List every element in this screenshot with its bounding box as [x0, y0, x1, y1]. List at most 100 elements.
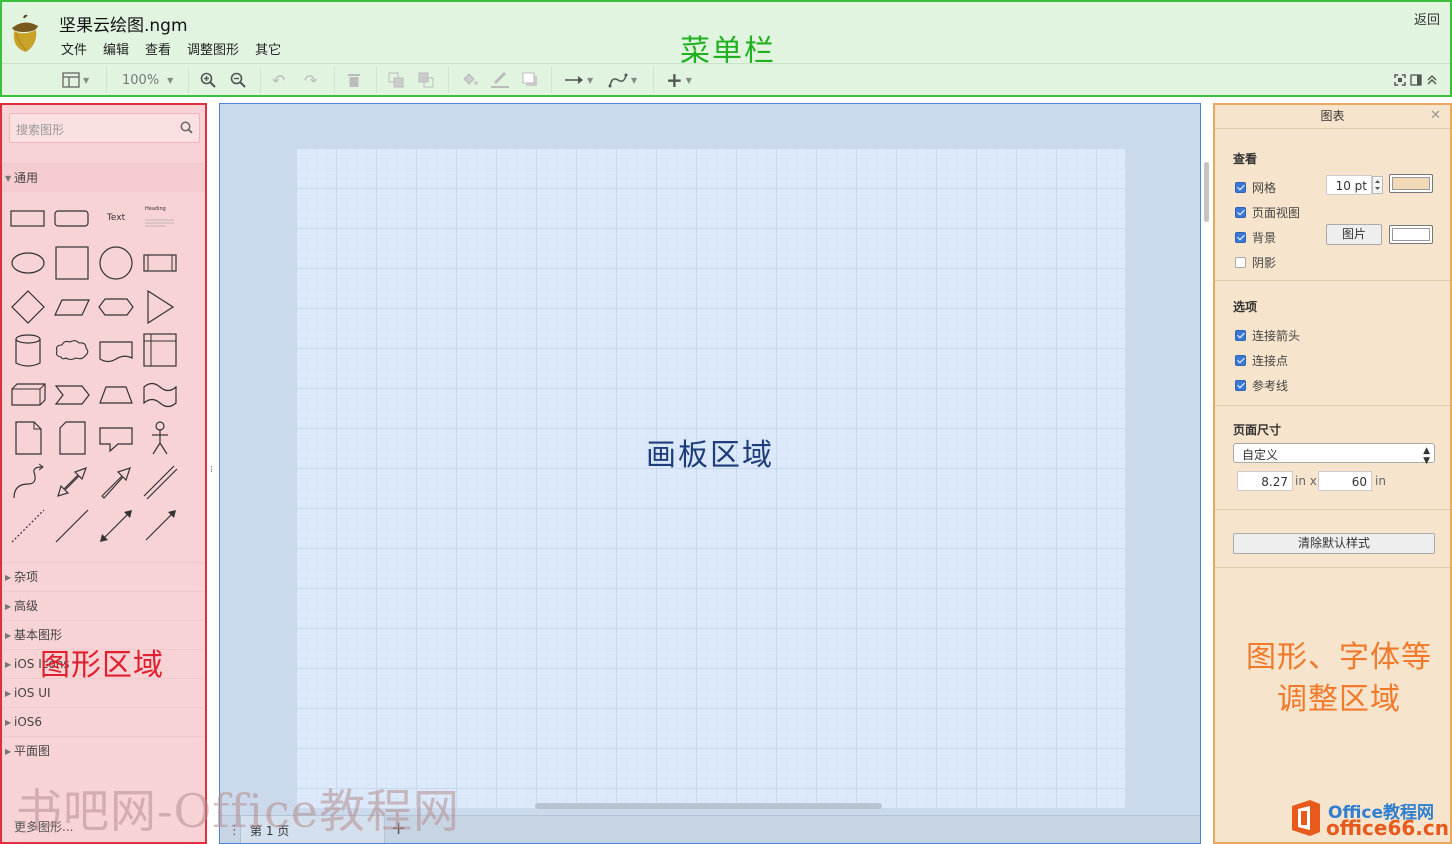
category-general[interactable]: ▼ 通用 [2, 163, 205, 192]
menu-extras[interactable]: 其它 [255, 39, 281, 58]
rounded-rectangle-shape[interactable] [52, 198, 92, 238]
page-width-input[interactable]: 8.27 [1237, 471, 1293, 491]
step-shape[interactable] [52, 374, 92, 414]
rectangle-shape[interactable] [8, 198, 48, 238]
fill-color-button[interactable] [461, 70, 479, 90]
dashed-line-shape[interactable] [8, 506, 48, 546]
parallelogram-shape[interactable] [52, 286, 92, 326]
to-back-button[interactable] [418, 70, 434, 90]
toggle-format-panel-button[interactable] [1410, 70, 1422, 90]
card-shape[interactable] [52, 418, 92, 458]
link-shape[interactable] [140, 462, 180, 502]
callout-shape[interactable] [96, 418, 136, 458]
line-color-button[interactable] [490, 70, 510, 90]
page-width-unit: in x [1295, 474, 1317, 488]
page-height-input[interactable]: 60 [1318, 471, 1372, 491]
category-advanced[interactable]: ▶ 高级 [2, 591, 205, 620]
to-front-button[interactable] [388, 70, 404, 90]
arrow-shape[interactable] [96, 462, 136, 502]
redo-icon: ↷ [304, 70, 318, 90]
close-icon[interactable]: ✕ [1430, 108, 1441, 123]
canvas-area[interactable]: 画板区域 ⋮ 第 1 页 + [219, 103, 1201, 844]
vertical-scrollbar[interactable] [1204, 162, 1209, 222]
checkbox-label: 背景 [1252, 231, 1277, 245]
side-panel-icon [1410, 74, 1422, 86]
text-shape[interactable]: Text [96, 198, 136, 238]
category-misc[interactable]: ▶ 杂项 [2, 562, 205, 591]
zoom-level-dropdown[interactable]: 100% ▼ [122, 70, 173, 90]
heading-text-shape[interactable]: Heading [140, 198, 180, 238]
horizontal-scrollbar[interactable] [535, 803, 882, 809]
process-shape[interactable] [140, 242, 180, 282]
guides-checkbox[interactable]: 参考线 [1235, 377, 1288, 394]
undo-button[interactable]: ↶ [272, 70, 285, 90]
grid-checkbox[interactable]: 网格 [1235, 179, 1276, 196]
circle-shape[interactable] [96, 242, 136, 282]
menu-view[interactable]: 查看 [145, 39, 171, 58]
square-shape[interactable] [52, 242, 92, 282]
line-shape[interactable] [52, 506, 92, 546]
format-region-annotation-line2: 调整区域 [1277, 682, 1401, 717]
delete-button[interactable] [347, 70, 361, 90]
ellipse-shape[interactable] [8, 242, 48, 282]
shape-search-input[interactable]: 搜索图形 [16, 121, 64, 138]
redo-button[interactable]: ↷ [304, 70, 317, 90]
search-icon[interactable] [180, 121, 193, 134]
menu-bar-region: 坚果云绘图.ngm 返回 文件 编辑 查看 调整图形 其它 菜单栏 ▼ 100%… [0, 0, 1452, 97]
zoom-in-button[interactable] [200, 70, 216, 90]
shadow-button[interactable] [522, 70, 538, 90]
back-button[interactable]: 返回 [1414, 9, 1440, 28]
menu-arrange[interactable]: 调整图形 [187, 39, 239, 58]
zoom-in-icon [200, 72, 216, 88]
shapes-region-annotation: 图形区域 [40, 648, 164, 683]
menu-file[interactable]: 文件 [61, 39, 87, 58]
note-shape[interactable] [8, 418, 48, 458]
format-panel-toggle-button[interactable]: ▼ [62, 70, 89, 90]
collapse-toolbar-button[interactable] [1426, 70, 1438, 90]
cloud-shape[interactable] [52, 330, 92, 370]
menu-edit[interactable]: 编辑 [103, 39, 129, 58]
fullscreen-button[interactable] [1394, 70, 1406, 90]
category-ios6[interactable]: ▶ iOS6 [2, 707, 205, 736]
triangle-right-icon: ▶ [5, 602, 12, 611]
cube-shape[interactable] [8, 374, 48, 414]
panel-splitter-handle[interactable]: ⁞ [210, 465, 213, 475]
background-checkbox[interactable]: 背景 [1235, 229, 1276, 246]
background-color-swatch[interactable] [1389, 225, 1433, 244]
category-floorplan[interactable]: ▶ 平面图 [2, 736, 205, 765]
connection-arrows-checkbox[interactable]: 连接箭头 [1235, 327, 1300, 344]
connection-style-dropdown[interactable]: ▼ [564, 70, 593, 90]
background-image-button[interactable]: 图片 [1326, 224, 1382, 245]
waypoints-dropdown[interactable]: ▼ [608, 70, 637, 90]
shadow-checkbox[interactable]: 阴影 [1235, 254, 1276, 271]
triangle-shape[interactable] [140, 286, 180, 326]
page-size-select[interactable]: 自定义 ▲ ▼ [1233, 443, 1435, 466]
grid-color-swatch[interactable] [1389, 174, 1433, 193]
curve-shape[interactable] [8, 462, 48, 502]
internal-storage-shape[interactable] [140, 330, 180, 370]
zoom-out-button[interactable] [230, 70, 246, 90]
send-to-back-icon [418, 72, 434, 88]
color-fill [1392, 228, 1430, 241]
tape-shape[interactable] [140, 374, 180, 414]
shape-search-box[interactable]: 搜索图形 [9, 113, 200, 143]
grid-size-input[interactable]: 10 pt [1326, 175, 1372, 195]
double-arrow-line-shape[interactable] [96, 506, 136, 546]
toolbar-divider [334, 67, 335, 93]
connection-points-checkbox[interactable]: 连接点 [1235, 352, 1288, 369]
diagram-page[interactable] [296, 148, 1125, 808]
office-tutorial-logo: Office教程网 office66.cn [1288, 796, 1449, 840]
page-view-checkbox[interactable]: 页面视图 [1235, 204, 1300, 221]
clear-default-style-button[interactable]: 清除默认样式 [1233, 533, 1435, 554]
stepper-arrows-icon[interactable] [1372, 176, 1383, 194]
trapezoid-shape[interactable] [96, 374, 136, 414]
bidirectional-arrow-shape[interactable] [52, 462, 92, 502]
cylinder-shape[interactable] [8, 330, 48, 370]
document-shape[interactable] [96, 330, 136, 370]
insert-button[interactable]: + ▼ [666, 68, 692, 92]
directional-line-shape[interactable] [140, 506, 180, 546]
document-title[interactable]: 坚果云绘图.ngm [59, 11, 188, 36]
actor-shape[interactable] [140, 418, 180, 458]
hexagon-shape[interactable] [96, 286, 136, 326]
diamond-shape[interactable] [8, 286, 48, 326]
